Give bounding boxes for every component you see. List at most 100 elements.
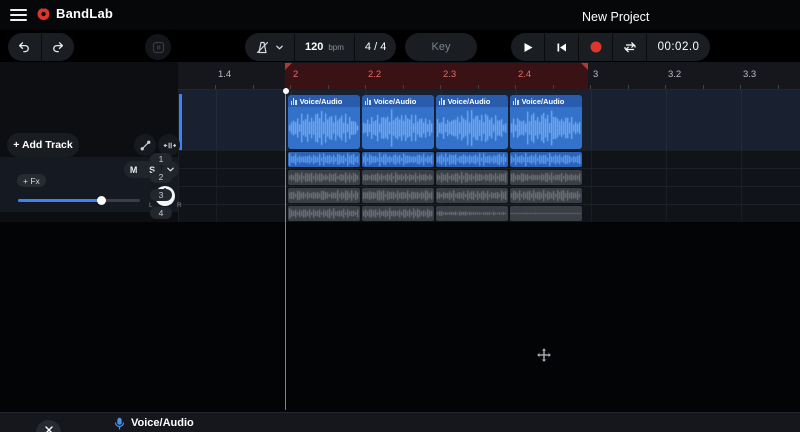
key-button[interactable]: Key xyxy=(405,33,477,61)
ruler-tick xyxy=(327,85,329,89)
take-clip[interactable] xyxy=(436,151,508,167)
ruler-tick xyxy=(365,85,366,89)
take-clip[interactable] xyxy=(362,187,434,203)
time-signature-button[interactable]: 4 / 4 xyxy=(355,33,396,61)
add-track-button[interactable]: + Add Track xyxy=(7,133,79,157)
clip-label: Voice/Audio xyxy=(521,96,565,106)
ruler-label: 3 xyxy=(593,69,599,80)
loop-icon xyxy=(623,42,636,53)
ruler-label: 2.2 xyxy=(368,69,382,80)
clip-header[interactable]: Voice/Audio xyxy=(510,95,582,107)
clip-waveform xyxy=(288,107,360,149)
ruler-tick xyxy=(590,85,591,89)
close-editor-button[interactable] xyxy=(36,420,61,432)
ruler-tick xyxy=(515,85,516,89)
ruler[interactable]: 1.4 2 2.2 2.3 2.4 3 3.2 3.3 xyxy=(178,62,800,90)
take-lane-number[interactable]: 3 xyxy=(150,189,172,201)
ruler-tick xyxy=(702,85,704,89)
ruler-tick xyxy=(252,85,254,89)
logo-text: BandLab xyxy=(56,6,114,21)
bpm-unit: bpm xyxy=(328,42,344,52)
clip-audio-icon xyxy=(439,97,445,105)
ruler-label: 2.4 xyxy=(518,69,532,80)
clip-audio-icon xyxy=(365,97,371,105)
bandlab-logo[interactable]: BandLab xyxy=(36,6,113,21)
take-clip[interactable] xyxy=(288,151,360,167)
take-lane-number[interactable]: 4 xyxy=(150,207,172,219)
play-button[interactable] xyxy=(511,33,544,61)
volume-fill xyxy=(18,199,101,202)
take-clip[interactable] xyxy=(362,169,434,185)
menu-icon[interactable] xyxy=(10,9,27,21)
move-cursor-icon xyxy=(536,347,552,363)
clip-audio-icon xyxy=(513,97,519,105)
take-clip[interactable] xyxy=(510,169,582,185)
ruler-label: 1.4 xyxy=(218,69,232,80)
record-button[interactable] xyxy=(579,33,612,61)
clip-waveform xyxy=(436,107,508,149)
take-lane-number[interactable]: 2 xyxy=(150,171,172,183)
audio-clip[interactable]: Voice/Audio xyxy=(436,95,508,149)
ruler-tick xyxy=(402,85,404,89)
playhead-handle[interactable] xyxy=(282,88,289,94)
take-clip[interactable] xyxy=(510,205,582,221)
loop-button[interactable] xyxy=(613,33,646,61)
skip-to-start-icon xyxy=(557,43,566,51)
loop-start-notch[interactable] xyxy=(285,63,292,70)
metronome-button[interactable] xyxy=(245,33,294,61)
take-clip[interactable] xyxy=(510,151,582,167)
clip-header[interactable]: Voice/Audio xyxy=(288,95,360,107)
cable-icon xyxy=(140,140,150,150)
volume-thumb[interactable] xyxy=(96,195,106,205)
time-display[interactable]: 00:02.0 xyxy=(647,41,710,53)
ruler-tick xyxy=(215,85,216,89)
track-panel: + Add Track 01 Voice/Audi xyxy=(0,62,182,270)
play-icon xyxy=(524,42,533,52)
redo-button[interactable] xyxy=(41,33,74,61)
take-clip[interactable] xyxy=(436,169,508,185)
ruler-label: 3.3 xyxy=(743,69,757,80)
loop-end-notch[interactable] xyxy=(581,63,588,70)
project-title[interactable]: New Project xyxy=(582,10,649,24)
add-track-label: + Add Track xyxy=(13,139,73,151)
ruler-tick xyxy=(440,85,441,89)
bpm-button[interactable]: 120 bpm xyxy=(295,33,354,61)
ruler-tick xyxy=(552,85,554,89)
audio-clip[interactable]: Voice/Audio xyxy=(510,95,582,149)
clip-header[interactable]: Voice/Audio xyxy=(362,95,434,107)
fx-button[interactable]: + Fx xyxy=(17,174,46,187)
editor-track-tab[interactable]: Voice/Audio xyxy=(131,417,194,429)
take-clip[interactable] xyxy=(362,151,434,167)
close-icon xyxy=(44,425,53,432)
clip-label: Voice/Audio xyxy=(373,96,417,106)
take-clip[interactable] xyxy=(436,205,508,221)
clip-header[interactable]: Voice/Audio xyxy=(436,95,508,107)
redo-icon xyxy=(52,42,63,53)
record-loop-region[interactable] xyxy=(285,63,588,90)
take-clip[interactable] xyxy=(288,205,360,221)
take-clip[interactable] xyxy=(436,187,508,203)
skip-to-start-button[interactable] xyxy=(545,33,578,61)
take-clip[interactable] xyxy=(288,187,360,203)
bandlab-logo-icon xyxy=(37,6,50,20)
take-clip[interactable] xyxy=(362,205,434,221)
take-lane-number[interactable]: 1 xyxy=(150,153,172,165)
clip-label: Voice/Audio xyxy=(299,96,343,106)
bandlab-app: BandLab New Project 120 bpm 4 / 4 Key 00… xyxy=(0,0,800,432)
volume-slider[interactable] xyxy=(18,195,140,205)
ruler-tick xyxy=(290,85,291,89)
take-clip[interactable] xyxy=(288,169,360,185)
playhead-line[interactable] xyxy=(285,91,286,410)
ruler-tick xyxy=(627,85,629,89)
mute-button[interactable]: M xyxy=(130,165,138,175)
undo-button[interactable] xyxy=(8,33,41,61)
arrange-area[interactable]: Voice/Audio Voice/Audio Voice/Audio Voice/A… xyxy=(178,90,800,222)
audio-clip[interactable]: Voice/Audio xyxy=(362,95,434,149)
clip-label: Voice/Audio xyxy=(447,96,491,106)
audio-clip[interactable]: Voice/Audio xyxy=(288,95,360,149)
fit-horizontal-icon xyxy=(162,142,176,148)
transport-bar: 00:02.0 xyxy=(511,33,710,61)
ruler-label: 2 xyxy=(293,69,299,80)
pads-view-button[interactable] xyxy=(145,34,171,60)
take-clip[interactable] xyxy=(510,187,582,203)
